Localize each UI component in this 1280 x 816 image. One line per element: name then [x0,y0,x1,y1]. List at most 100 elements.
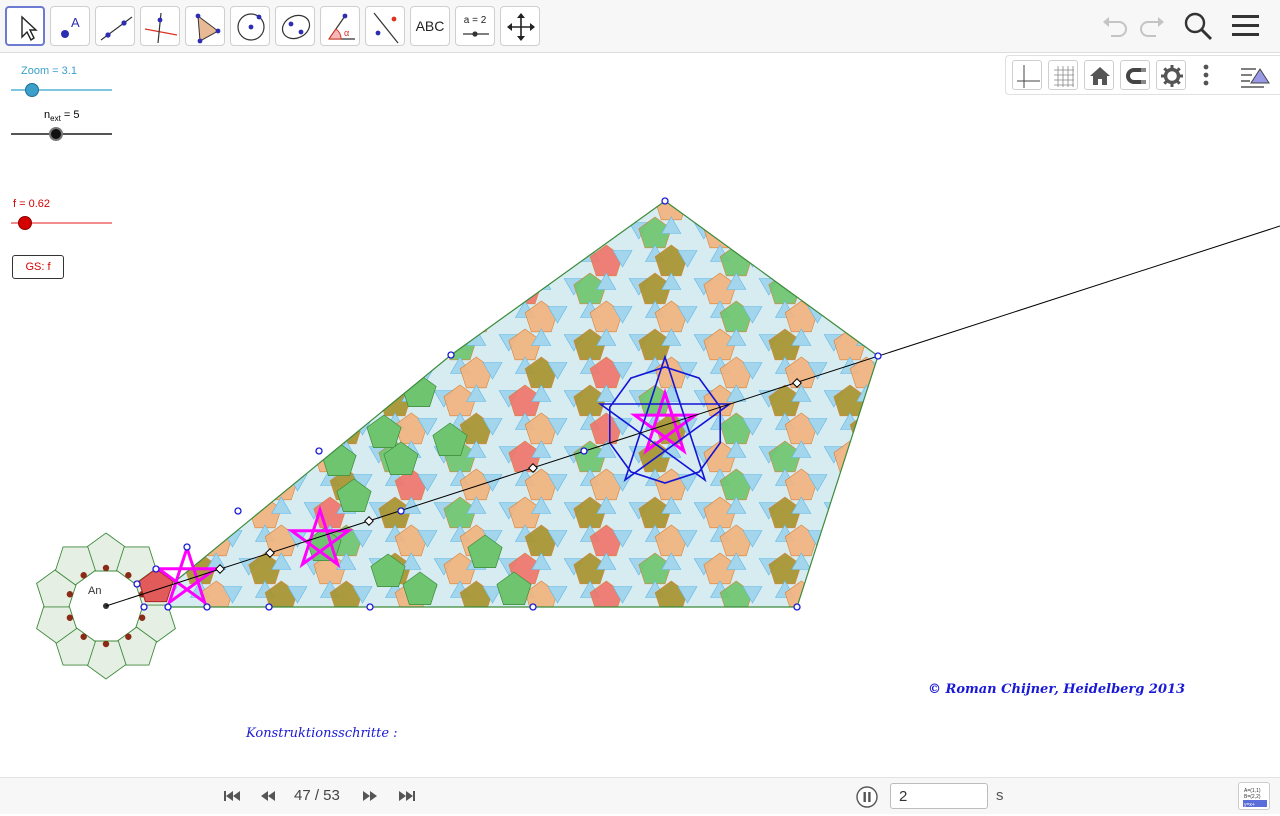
lattice-triangle [272,329,291,346]
construction-steps-text: Konstruktionsschritte : [246,726,398,741]
lattice-triangle [922,273,941,290]
menu-icon[interactable] [1230,10,1262,42]
lattice-triangle [971,413,990,430]
undo-icon[interactable] [1099,10,1131,42]
search-icon[interactable] [1182,10,1214,42]
slider-tool-button[interactable]: a = 2 [455,6,495,46]
tile-pentagon [1159,441,1191,472]
lattice-triangle [402,273,421,290]
lattice-triangle [1084,447,1103,464]
tile-pentagon [1159,385,1191,416]
tile-pentagon [980,469,1012,500]
lattice-triangle [873,531,892,548]
tile-pentagon [1094,497,1126,528]
lattice-triangle [223,363,242,380]
move-graphics-view-icon [501,7,541,47]
tile-pentagon [1175,245,1207,276]
tile-pentagon [509,273,541,304]
lattice-triangle [987,441,1006,458]
boundary-vertex [235,508,241,514]
lattice-triangle [1149,335,1168,352]
tile-pentagon [850,581,882,612]
tile-pentagon [1224,609,1256,640]
tile-pentagon [1240,245,1272,276]
lattice-triangle [126,413,145,430]
tile-pentagon [1240,413,1272,444]
lattice-triangle [808,587,827,604]
lattice-triangle [1182,217,1201,234]
polygon-tool-button[interactable] [185,6,225,46]
skip-to-start-button[interactable] [222,788,242,804]
lattice-triangle [1247,273,1266,290]
skip-to-end-button[interactable] [397,788,417,804]
lattice-triangle [824,615,843,632]
redo-icon[interactable] [1136,10,1168,42]
lattice-triangle [353,307,372,324]
tile-pentagon [915,357,947,388]
lattice-triangle [418,307,437,324]
reflect-tool-button[interactable] [365,6,405,46]
angle-tool-button[interactable]: α [320,6,360,46]
ellipse-tool-button[interactable] [275,6,315,46]
lattice-triangle [1133,363,1152,380]
lattice-triangle [516,245,535,262]
lattice-triangle [174,279,193,296]
lattice-triangle [857,609,876,626]
lattice-triangle [532,273,551,290]
lattice-triangle [1068,251,1087,268]
tile-pentagon [525,189,557,220]
lattice-triangle [174,223,193,240]
lattice-triangle [971,469,990,486]
move-tool-button[interactable] [5,6,45,46]
lattice-triangle [304,279,323,296]
lattice-triangle [191,357,210,374]
tile-pentagon [1094,441,1126,472]
decagon-vertex [125,634,131,640]
step-back-button[interactable] [258,788,278,804]
lattice-triangle [483,195,502,212]
skip-to-start-icon [222,788,242,804]
tile-pentagon [1094,553,1126,584]
tile-pentagon [834,273,866,304]
lattice-triangle [857,553,876,570]
lattice-triangle [938,587,957,604]
lattice-triangle [743,195,762,212]
tile-pentagon [1045,357,1077,388]
tile-pentagon [769,217,801,248]
lattice-triangle [694,615,713,632]
lattice-triangle [304,335,323,352]
step-counter: 47 / 53 [294,787,340,804]
tile-pentagon [200,301,232,332]
tile-pentagon [395,189,427,220]
angle-icon: α [321,7,361,47]
lattice-triangle [1166,525,1185,542]
lattice-triangle [954,391,973,408]
lattice-triangle [597,609,616,626]
lattice-triangle [1068,587,1087,604]
text-tool-button[interactable]: ABC [410,6,450,46]
tile-pentagon [1224,497,1256,528]
circle-tool-button[interactable] [230,6,270,46]
tile-pentagon [915,581,947,612]
algebra-view-toggle[interactable]: A=(1,1) B=(2,2) y=x+ [1238,782,1270,810]
pause-icon[interactable] [856,786,878,808]
lattice-triangle [1247,329,1266,346]
point-tool-button[interactable]: A [50,6,90,46]
lattice-triangle [1019,503,1038,520]
lattice-triangle [1003,587,1022,604]
lattice-triangle [1198,195,1217,212]
interval-seconds-input[interactable] [890,783,988,809]
move-view-tool-button[interactable] [500,6,540,46]
lattice-triangle [889,447,908,464]
lattice-triangle [418,251,437,268]
perpendicular-tool-button[interactable] [140,6,180,46]
lattice-triangle [369,223,388,240]
step-forward-button[interactable] [360,788,380,804]
tile-pentagon [1224,441,1256,472]
tile-pentagon [330,413,362,444]
lattice-triangle [288,251,307,268]
tile-pentagon [1029,497,1061,528]
lattice-triangle [1231,301,1250,318]
graphics-view[interactable]: An [0,53,1280,777]
line-tool-button[interactable] [95,6,135,46]
